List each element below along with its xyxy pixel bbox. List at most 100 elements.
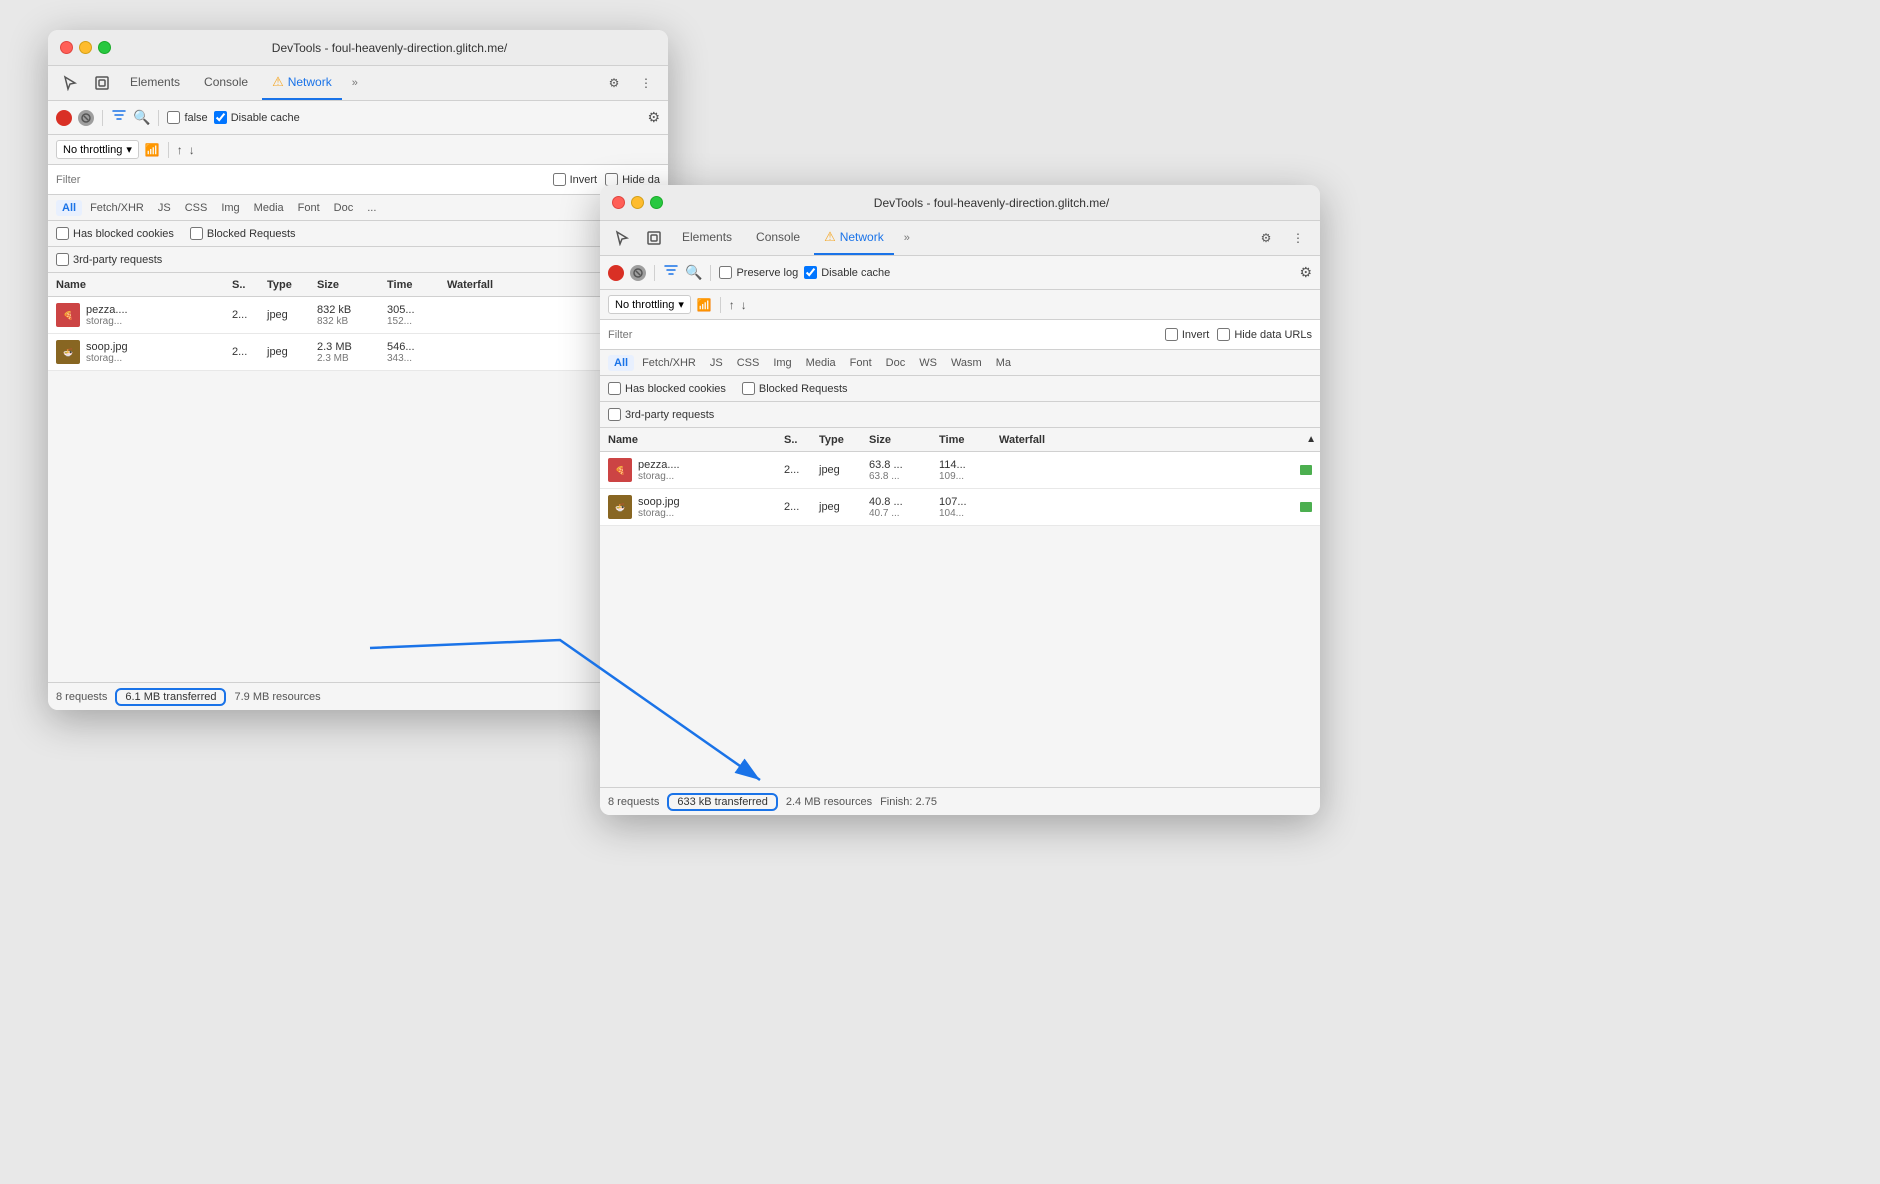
blocked-cookies-checkbox-1[interactable]: Has blocked cookies xyxy=(56,227,174,240)
type-filter-js-1[interactable]: JS xyxy=(152,200,177,216)
preserve-log-checkbox-1[interactable]: false xyxy=(167,111,207,124)
col-header-type-2[interactable]: Type xyxy=(815,434,865,446)
hide-data-urls-checkbox-2[interactable]: Hide data URLs xyxy=(1217,328,1312,341)
col-header-size-2[interactable]: Size xyxy=(865,434,935,446)
blocked-cookies-checkbox-2[interactable]: Has blocked cookies xyxy=(608,382,726,395)
filter-input-2[interactable] xyxy=(608,329,768,341)
type-filter-media-2[interactable]: Media xyxy=(800,355,842,371)
row-filename-2: soop.jpg xyxy=(86,341,128,353)
tab-more-2[interactable]: » xyxy=(898,228,916,248)
type-filter-wasm-2[interactable]: Wasm xyxy=(945,355,988,371)
type-filter-doc-1[interactable]: Doc xyxy=(328,200,360,216)
download-icon-1[interactable]: ↓ xyxy=(189,143,195,157)
network-settings-icon-1[interactable]: ⚙ xyxy=(647,109,660,126)
table-row[interactable]: 🍕 pezza.... storag... 2... jpeg 63.8 ...… xyxy=(600,452,1320,489)
devtools-window-1: DevTools - foul-heavenly-direction.glitc… xyxy=(48,30,668,710)
wifi-icon-1: 📶 xyxy=(145,143,160,157)
filter-icon-2[interactable] xyxy=(663,263,679,282)
table-row[interactable]: 🍕 pezza.... storag... 2... jpeg 832 kB 8… xyxy=(48,297,668,334)
invert-checkbox-1[interactable]: Invert xyxy=(553,173,598,186)
col-header-size-1[interactable]: Size xyxy=(313,279,383,291)
row-status-2: 2... xyxy=(228,342,263,362)
disable-cache-checkbox-2[interactable]: Disable cache xyxy=(804,266,890,279)
disable-cache-checkbox-1[interactable]: Disable cache xyxy=(214,111,300,124)
search-icon-1[interactable]: 🔍 xyxy=(133,109,150,126)
maximize-button-2[interactable] xyxy=(650,196,663,209)
row-type-4: jpeg xyxy=(815,497,865,517)
throttle-select-1[interactable]: No throttling ▾ xyxy=(56,140,139,159)
col-header-name-2[interactable]: Name xyxy=(600,434,780,446)
tab-elements-1[interactable]: Elements xyxy=(120,66,190,100)
blocked-requests-checkbox-2[interactable]: Blocked Requests xyxy=(742,382,848,395)
blocked-bar-2: Has blocked cookies Blocked Requests xyxy=(600,376,1320,402)
tab-console-1[interactable]: Console xyxy=(194,66,258,100)
more-icon-1[interactable]: ⋮ xyxy=(632,69,660,97)
record-button-1[interactable] xyxy=(56,110,72,126)
upload-icon-2[interactable]: ↑ xyxy=(729,298,735,312)
type-filter-all-1[interactable]: All xyxy=(56,200,82,216)
transferred-badge-1: 6.1 MB transferred xyxy=(115,688,226,706)
record-button-2[interactable] xyxy=(608,265,624,281)
network-settings-icon-2[interactable]: ⚙ xyxy=(1299,264,1312,281)
tab-elements-2[interactable]: Elements xyxy=(672,221,742,255)
table-row[interactable]: 🍜 soop.jpg storag... 2... jpeg 2.3 MB 2.… xyxy=(48,334,668,371)
close-button-1[interactable] xyxy=(60,41,73,54)
preserve-log-checkbox-2[interactable]: Preserve log xyxy=(719,266,798,279)
waterfall-bar-1 xyxy=(1300,465,1312,475)
type-filter-doc-2[interactable]: Doc xyxy=(880,355,912,371)
cursor-icon[interactable] xyxy=(56,69,84,97)
type-filter-media-1[interactable]: Media xyxy=(248,200,290,216)
more-icon-2[interactable]: ⋮ xyxy=(1284,224,1312,252)
throttle-select-2[interactable]: No throttling ▾ xyxy=(608,295,691,314)
col-header-time-1[interactable]: Time xyxy=(383,279,443,291)
type-filter-all-2[interactable]: All xyxy=(608,355,634,371)
close-button-2[interactable] xyxy=(612,196,625,209)
filter-input-1[interactable] xyxy=(56,174,216,186)
minimize-button-1[interactable] xyxy=(79,41,92,54)
title-bar-1: DevTools - foul-heavenly-direction.glitc… xyxy=(48,30,668,66)
type-filter-fetch-2[interactable]: Fetch/XHR xyxy=(636,355,702,371)
col-header-waterfall-2[interactable]: Waterfall ▲ xyxy=(995,434,1320,446)
third-party-checkbox-2[interactable]: 3rd-party requests xyxy=(608,408,714,421)
settings-icon-2[interactable]: ⚙ xyxy=(1252,224,1280,252)
minimize-button-2[interactable] xyxy=(631,196,644,209)
type-filter-css-1[interactable]: CSS xyxy=(179,200,214,216)
stop-button-2[interactable] xyxy=(630,265,646,281)
filter-icon-1[interactable] xyxy=(111,108,127,127)
type-filter-img-2[interactable]: Img xyxy=(767,355,797,371)
col-header-time-2[interactable]: Time xyxy=(935,434,995,446)
upload-icon-1[interactable]: ↑ xyxy=(177,143,183,157)
col-header-name-1[interactable]: Name xyxy=(48,279,228,291)
throttle-bar-2: No throttling ▾ 📶 ↑ ↓ xyxy=(600,290,1320,320)
inspect-icon-2[interactable] xyxy=(640,224,668,252)
table-row[interactable]: 🍜 soop.jpg storag... 2... jpeg 40.8 ... … xyxy=(600,489,1320,526)
col-header-type-1[interactable]: Type xyxy=(263,279,313,291)
tab-network-2[interactable]: ⚠ Network xyxy=(814,221,894,255)
type-filter-js-2[interactable]: JS xyxy=(704,355,729,371)
stop-button-1[interactable] xyxy=(78,110,94,126)
type-filter-font-1[interactable]: Font xyxy=(292,200,326,216)
type-filter-css-2[interactable]: CSS xyxy=(731,355,766,371)
tab-console-2[interactable]: Console xyxy=(746,221,810,255)
row-name-cell-4: 🍜 soop.jpg storag... xyxy=(600,491,780,523)
type-filter-font-2[interactable]: Font xyxy=(844,355,878,371)
type-filter-fetch-1[interactable]: Fetch/XHR xyxy=(84,200,150,216)
settings-icon-1[interactable]: ⚙ xyxy=(600,69,628,97)
search-icon-2[interactable]: 🔍 xyxy=(685,264,702,281)
inspect-icon[interactable] xyxy=(88,69,116,97)
cursor-icon-2[interactable] xyxy=(608,224,636,252)
tab-more-1[interactable]: » xyxy=(346,73,364,93)
row-filepath-1: storag... xyxy=(86,316,128,327)
blocked-requests-checkbox-1[interactable]: Blocked Requests xyxy=(190,227,296,240)
maximize-button-1[interactable] xyxy=(98,41,111,54)
col-header-status-1[interactable]: S.. xyxy=(228,279,263,291)
tab-network-1[interactable]: ⚠ Network xyxy=(262,66,342,100)
type-filter-ws-2[interactable]: WS xyxy=(913,355,943,371)
col-header-status-2[interactable]: S.. xyxy=(780,434,815,446)
type-filter-manifest-2[interactable]: Ma xyxy=(990,355,1017,371)
type-filter-img-1[interactable]: Img xyxy=(215,200,245,216)
third-party-checkbox-1[interactable]: 3rd-party requests xyxy=(56,253,162,266)
invert-checkbox-2[interactable]: Invert xyxy=(1165,328,1210,341)
wifi-icon-2: 📶 xyxy=(697,298,712,312)
download-icon-2[interactable]: ↓ xyxy=(741,298,747,312)
